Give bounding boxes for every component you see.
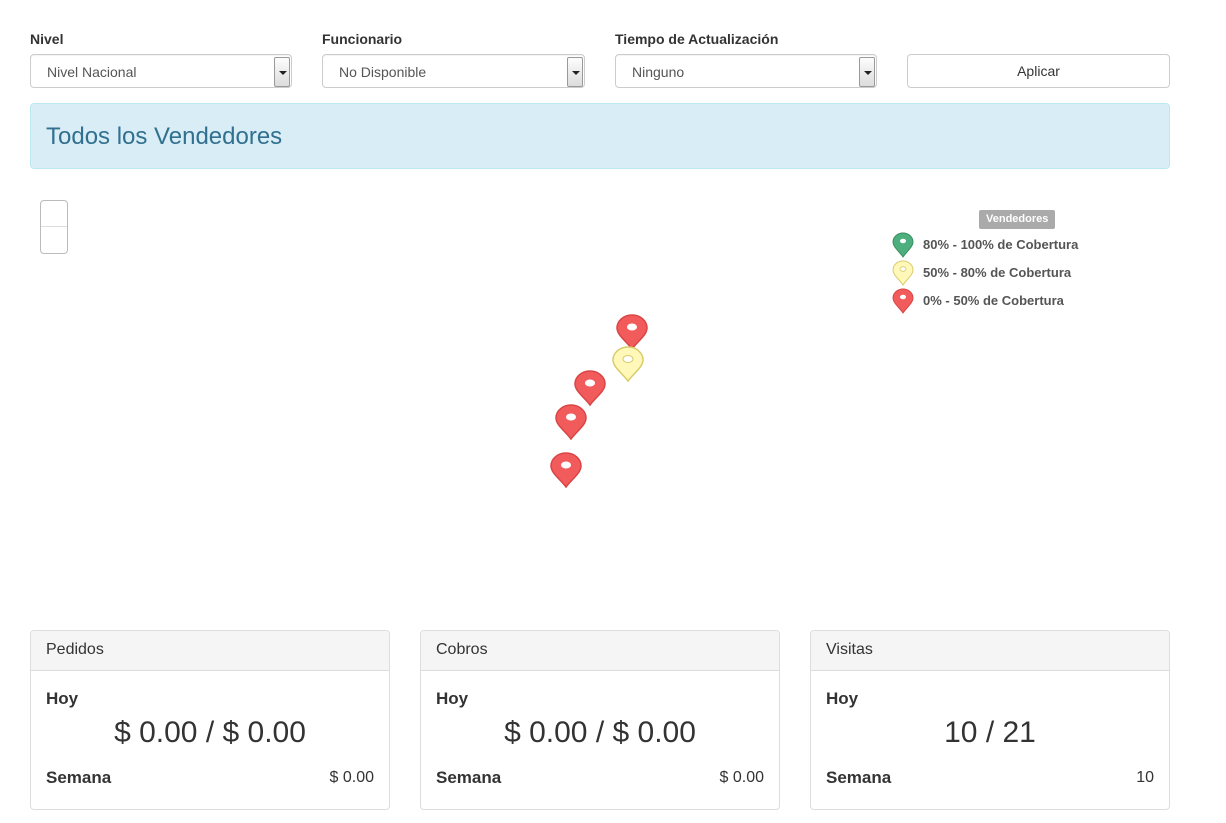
- map-marker[interactable]: [554, 403, 588, 441]
- map-pin-icon: [555, 404, 587, 441]
- zoom-in-button[interactable]: [41, 201, 67, 227]
- zoom-out-button[interactable]: [41, 227, 67, 253]
- today-value: $ 0.00 / $ 0.00: [504, 716, 696, 749]
- legend-item: 50% - 80% de Cobertura: [892, 260, 1132, 286]
- tiempo-select-value: Ninguno: [632, 64, 685, 80]
- map-marker[interactable]: [611, 345, 645, 383]
- page-title: Todos los Vendedores: [46, 123, 283, 150]
- map-pin-icon: [892, 260, 914, 286]
- tiempo-select[interactable]: Ninguno: [615, 54, 877, 88]
- legend-title: Vendedores: [979, 210, 1056, 229]
- today-label: Hoy: [436, 689, 469, 708]
- tiempo-label: Tiempo de Actualización: [615, 31, 779, 47]
- visitas-panel: Visitas Hoy 10 / 21 Semana 10: [810, 630, 1170, 810]
- nivel-label: Nivel: [30, 31, 64, 47]
- legend-item-label: 80% - 100% de Cobertura: [923, 237, 1079, 252]
- map-pin-icon: [892, 288, 914, 314]
- map[interactable]: Vendedores 80% - 100% de Cobertura 50% -…: [30, 185, 1170, 615]
- week-label: Semana: [436, 768, 502, 787]
- nivel-select[interactable]: Nivel Nacional: [30, 54, 292, 88]
- legend-item: 0% - 50% de Cobertura: [892, 288, 1132, 314]
- week-value: $ 0.00: [329, 769, 374, 786]
- map-pin-icon: [574, 370, 606, 407]
- panel-title: Visitas: [811, 631, 1169, 671]
- chevron-down-icon[interactable]: [274, 57, 290, 87]
- week-value: $ 0.00: [719, 769, 764, 786]
- apply-button[interactable]: Aplicar: [907, 54, 1170, 88]
- panel-title: Cobros: [421, 631, 779, 671]
- map-pin-icon: [612, 346, 644, 383]
- funcionario-select-value: No Disponible: [339, 64, 427, 80]
- legend-item-label: 0% - 50% de Cobertura: [923, 293, 1064, 308]
- funcionario-label: Funcionario: [322, 31, 403, 47]
- zoom-control: [40, 200, 68, 254]
- today-value: $ 0.00 / $ 0.00: [114, 716, 306, 749]
- today-label: Hoy: [826, 689, 859, 708]
- chevron-down-icon[interactable]: [567, 57, 583, 87]
- cobros-panel: Cobros Hoy $ 0.00 / $ 0.00 Semana $ 0.00: [420, 630, 780, 810]
- map-pin-icon: [550, 452, 582, 489]
- title-banner: Todos los Vendedores: [30, 103, 1170, 169]
- panel-title: Pedidos: [31, 631, 389, 671]
- funcionario-select[interactable]: No Disponible: [322, 54, 585, 88]
- nivel-select-value: Nivel Nacional: [47, 64, 137, 80]
- map-marker[interactable]: [549, 451, 583, 489]
- week-label: Semana: [46, 768, 112, 787]
- week-value: 10: [1136, 769, 1154, 786]
- dashboard-page: Nivel Nivel Nacional Funcionario No Disp…: [0, 0, 1226, 823]
- chevron-down-icon[interactable]: [859, 57, 875, 87]
- today-label: Hoy: [46, 689, 79, 708]
- week-label: Semana: [826, 768, 892, 787]
- pedidos-panel: Pedidos Hoy $ 0.00 / $ 0.00 Semana $ 0.0…: [30, 630, 390, 810]
- map-marker[interactable]: [573, 369, 607, 407]
- legend-item-label: 50% - 80% de Cobertura: [923, 265, 1072, 280]
- map-pin-icon: [892, 232, 914, 258]
- legend-item: 80% - 100% de Cobertura: [892, 232, 1132, 258]
- today-value: 10 / 21: [944, 716, 1036, 749]
